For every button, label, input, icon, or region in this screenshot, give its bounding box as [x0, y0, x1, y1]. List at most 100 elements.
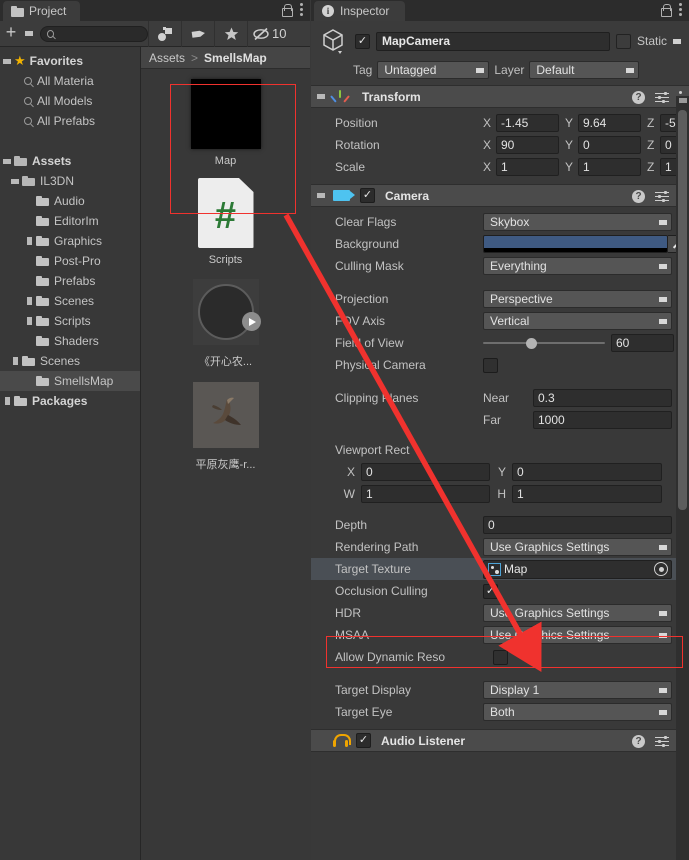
hidden-objects-toggle[interactable]: 10: [248, 21, 293, 47]
create-asset-button[interactable]: +: [0, 21, 22, 47]
tree-item-smellsmap[interactable]: SmellsMap: [0, 371, 140, 391]
twisty-expanded[interactable]: [0, 158, 14, 164]
scale-y-field[interactable]: 1: [578, 158, 641, 176]
tab-inspector[interactable]: i Inspector: [314, 1, 406, 21]
asset-thumbnail[interactable]: [190, 78, 262, 150]
projection-dropdown[interactable]: Perspective: [483, 290, 672, 308]
background-color-field[interactable]: [483, 235, 668, 253]
tree-item-scenes[interactable]: Scenes: [0, 291, 140, 311]
tree-item-scenes[interactable]: Scenes: [0, 351, 140, 371]
component-header-transform[interactable]: Transform ?: [311, 85, 689, 108]
physical-camera-checkbox[interactable]: [483, 357, 498, 373]
create-dropdown-caret[interactable]: [22, 21, 36, 47]
twisty-expanded[interactable]: [0, 58, 14, 64]
help-icon[interactable]: ?: [632, 190, 645, 203]
clear-flags-dropdown[interactable]: Skybox: [483, 213, 672, 231]
component-header-camera[interactable]: ✓ Camera ?: [311, 184, 689, 207]
field-of-view-field[interactable]: 60: [611, 334, 674, 352]
chevron-down-icon[interactable]: [317, 193, 325, 198]
culling-mask-dropdown[interactable]: Everything: [483, 257, 672, 275]
fov-axis-dropdown[interactable]: Vertical: [483, 312, 672, 330]
asset-thumbnail[interactable]: [190, 276, 262, 348]
twisty-collapsed[interactable]: [0, 397, 14, 405]
chevron-down-icon[interactable]: [317, 94, 325, 99]
asset-item[interactable]: Map: [141, 78, 310, 167]
play-icon[interactable]: [241, 312, 261, 331]
chevron-up-icon[interactable]: [679, 98, 687, 103]
preset-icon[interactable]: [655, 91, 669, 104]
rotation-x-field[interactable]: 90: [496, 136, 559, 154]
rendering-path-dropdown[interactable]: Use Graphics Settings: [483, 538, 672, 556]
asset-item[interactable]: # Scripts: [141, 177, 310, 266]
occlusion-culling-checkbox[interactable]: ✓: [483, 583, 498, 599]
search-input-wrapper[interactable]: [40, 25, 148, 42]
viewport-y-field[interactable]: 0: [512, 463, 662, 481]
tree-item-assets[interactable]: Assets: [0, 151, 140, 171]
tab-project[interactable]: Project: [3, 1, 81, 21]
asset-item[interactable]: 平原灰鹰-r...: [141, 379, 310, 472]
tree-item-all-prefabs[interactable]: All Prefabs: [0, 111, 140, 131]
twisty-collapsed[interactable]: [22, 317, 36, 325]
scale-x-field[interactable]: 1: [496, 158, 559, 176]
tree-item-editorim[interactable]: EditorIm: [0, 211, 140, 231]
viewport-h-field[interactable]: 1: [512, 485, 662, 503]
field-of-view-slider[interactable]: [483, 334, 605, 352]
tag-dropdown[interactable]: Untagged: [377, 61, 490, 79]
camera-enabled-checkbox[interactable]: ✓: [360, 188, 375, 203]
tree-item-all-materia[interactable]: All Materia: [0, 71, 140, 91]
filter-by-type-icon[interactable]: [149, 21, 181, 47]
star-icon[interactable]: [215, 21, 247, 47]
lock-icon[interactable]: [661, 3, 672, 17]
tree-item-favorites[interactable]: ★ Favorites: [0, 51, 140, 71]
target-eye-dropdown[interactable]: Both: [483, 703, 672, 721]
layer-dropdown[interactable]: Default: [529, 61, 640, 79]
kebab-menu-icon[interactable]: [300, 2, 304, 16]
tree-item-graphics[interactable]: Graphics: [0, 231, 140, 251]
help-icon[interactable]: ?: [632, 735, 645, 748]
target-picker-icon[interactable]: [654, 562, 668, 576]
static-checkbox[interactable]: [615, 33, 631, 49]
gameobject-enabled-checkbox[interactable]: ✓: [355, 33, 370, 49]
kebab-menu-icon[interactable]: [679, 2, 683, 16]
twisty-expanded[interactable]: [8, 178, 22, 184]
search-input[interactable]: [58, 27, 141, 40]
slider-handle[interactable]: [525, 337, 537, 349]
tree-item-prefabs[interactable]: Prefabs: [0, 271, 140, 291]
depth-field[interactable]: 0: [483, 516, 672, 534]
gameobject-name-field[interactable]: MapCamera: [376, 31, 610, 51]
target-display-dropdown[interactable]: Display 1: [483, 681, 672, 699]
twisty-collapsed[interactable]: [8, 357, 22, 365]
tree-item-shaders[interactable]: Shaders: [0, 331, 140, 351]
help-icon[interactable]: ?: [632, 91, 645, 104]
asset-item[interactable]: 《开心农...: [141, 276, 310, 369]
tree-item-scripts[interactable]: Scripts: [0, 311, 140, 331]
tree-item-il3dn[interactable]: IL3DN: [0, 171, 140, 191]
audio-listener-enabled-checkbox[interactable]: ✓: [356, 733, 371, 748]
asset-thumbnail[interactable]: [190, 379, 262, 451]
twisty-collapsed[interactable]: [22, 297, 36, 305]
filter-by-label-icon[interactable]: [182, 21, 214, 47]
viewport-w-field[interactable]: 1: [361, 485, 490, 503]
tree-item-post-pro[interactable]: Post-Pro: [0, 251, 140, 271]
tree-item-audio[interactable]: Audio: [0, 191, 140, 211]
target-texture-object-field[interactable]: Map: [483, 559, 672, 579]
clipping-near-field[interactable]: 0.3: [533, 389, 672, 407]
inspector-scrollbar[interactable]: [676, 96, 689, 860]
preset-icon[interactable]: [655, 190, 669, 203]
twisty-collapsed[interactable]: [22, 237, 36, 245]
hdr-dropdown[interactable]: Use Graphics Settings: [483, 604, 672, 622]
clipping-far-field[interactable]: 1000: [533, 411, 672, 429]
msaa-dropdown[interactable]: Use Graphics Settings: [483, 626, 672, 644]
viewport-x-field[interactable]: 0: [361, 463, 490, 481]
scrollbar-thumb[interactable]: [678, 110, 687, 510]
static-dropdown-caret[interactable]: [673, 38, 681, 44]
breadcrumb-root[interactable]: Assets: [149, 51, 185, 65]
tree-item-packages[interactable]: Packages: [0, 391, 140, 411]
allow-dynamic-resolution-checkbox[interactable]: [493, 649, 508, 665]
lock-icon[interactable]: [282, 3, 293, 17]
preset-icon[interactable]: [655, 735, 669, 748]
position-x-field[interactable]: -1.45: [496, 114, 559, 132]
component-header-audio-listener[interactable]: ✓ Audio Listener ?: [311, 729, 689, 752]
tree-item-all-models[interactable]: All Models: [0, 91, 140, 111]
asset-thumbnail[interactable]: #: [190, 177, 262, 249]
